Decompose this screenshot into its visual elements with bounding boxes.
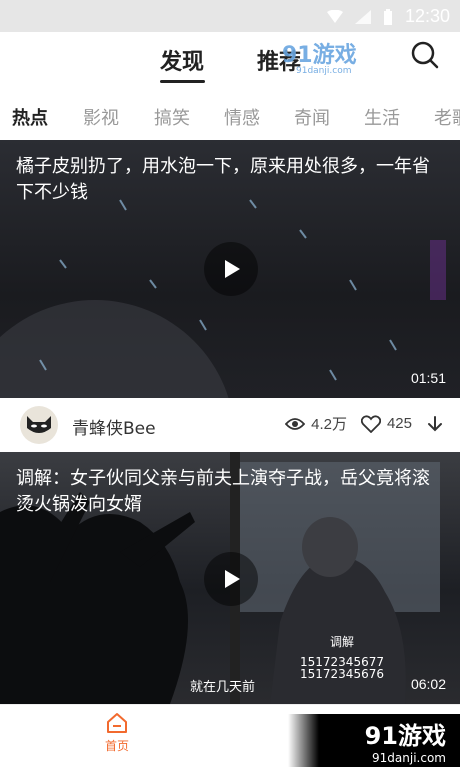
home-icon	[107, 713, 127, 733]
like-button[interactable]: 425	[360, 414, 412, 433]
channel-logo-text: 调解	[330, 635, 355, 649]
wifi-icon	[326, 9, 343, 23]
video-duration-1: 01:51	[410, 370, 446, 386]
video-card-1[interactable]: 橘子皮别扔了，用水泡一下，原来用处很多，一年省下不少钱 01:51	[0, 140, 460, 398]
play-icon	[225, 260, 240, 278]
play-button-1[interactable]	[204, 242, 258, 296]
active-tab-indicator	[160, 80, 205, 83]
top-tab-bar: 发现 推荐	[0, 32, 460, 92]
svg-text:91游戏: 91游戏	[282, 42, 357, 68]
status-icons: 12:30	[326, 6, 450, 27]
category-hot[interactable]: 热点	[12, 104, 48, 130]
nav-home[interactable]: 首页	[92, 711, 142, 754]
category-bar: 热点 影视 搞笑 情感 奇闻 生活 老歌	[0, 92, 460, 138]
video-title-1[interactable]: 橘子皮别扔了，用水泡一下，原来用处很多，一年省下不少钱	[16, 154, 446, 206]
eye-icon	[285, 417, 306, 430]
signal-icon	[354, 9, 371, 24]
search-icon[interactable]	[410, 40, 440, 70]
tab-discover[interactable]: 发现	[160, 44, 204, 76]
video-title-2[interactable]: 调解：女子伙同父亲与前夫上演夺子战，岳父竟将滚烫火锅泼向女婿	[16, 466, 446, 518]
heart-icon	[360, 414, 381, 433]
category-life[interactable]: 生活	[364, 104, 400, 130]
watermark-name: 91游戏	[364, 722, 446, 750]
watermark-logo-bottom: 91游戏 91danji.com	[288, 714, 460, 767]
author-avatar[interactable]	[20, 406, 58, 444]
author-name[interactable]: 青蜂侠Bee	[72, 414, 156, 439]
video-duration-2: 06:02	[410, 676, 446, 692]
video-card-2[interactable]: 调解：女子伙同父亲与前夫上演夺子战，岳父竟将滚烫火锅泼向女婿 调解 151723…	[0, 452, 460, 704]
category-funny[interactable]: 搞笑	[154, 104, 190, 130]
phone-line-2: 15172345676	[300, 667, 384, 681]
download-icon[interactable]	[426, 415, 444, 433]
category-oddities[interactable]: 奇闻	[294, 104, 330, 130]
status-time: 12:30	[404, 6, 450, 26]
view-count: 4.2万	[285, 413, 347, 434]
like-count-text: 425	[386, 415, 412, 432]
svg-text:91danji.com: 91danji.com	[296, 66, 351, 76]
category-film[interactable]: 影视	[83, 104, 119, 130]
watermark-logo-top: 91游戏 91danji.com	[282, 42, 357, 76]
play-icon	[225, 570, 240, 588]
video-subtitle-2: 就在几天前	[190, 680, 256, 695]
battery-icon	[383, 8, 392, 25]
bat-mask-icon	[27, 416, 51, 433]
watermark-url: 91danji.com	[372, 751, 446, 765]
category-emotion[interactable]: 情感	[224, 104, 260, 130]
status-bar: 12:30	[0, 0, 460, 32]
video-meta-row: 青蜂侠Bee 4.2万 425	[0, 398, 460, 452]
view-count-text: 4.2万	[311, 416, 347, 433]
nav-home-label: 首页	[104, 739, 129, 753]
category-oldsongs[interactable]: 老歌	[434, 104, 460, 130]
video-stats: 4.2万 425	[285, 413, 444, 434]
play-button-2[interactable]	[204, 552, 258, 606]
